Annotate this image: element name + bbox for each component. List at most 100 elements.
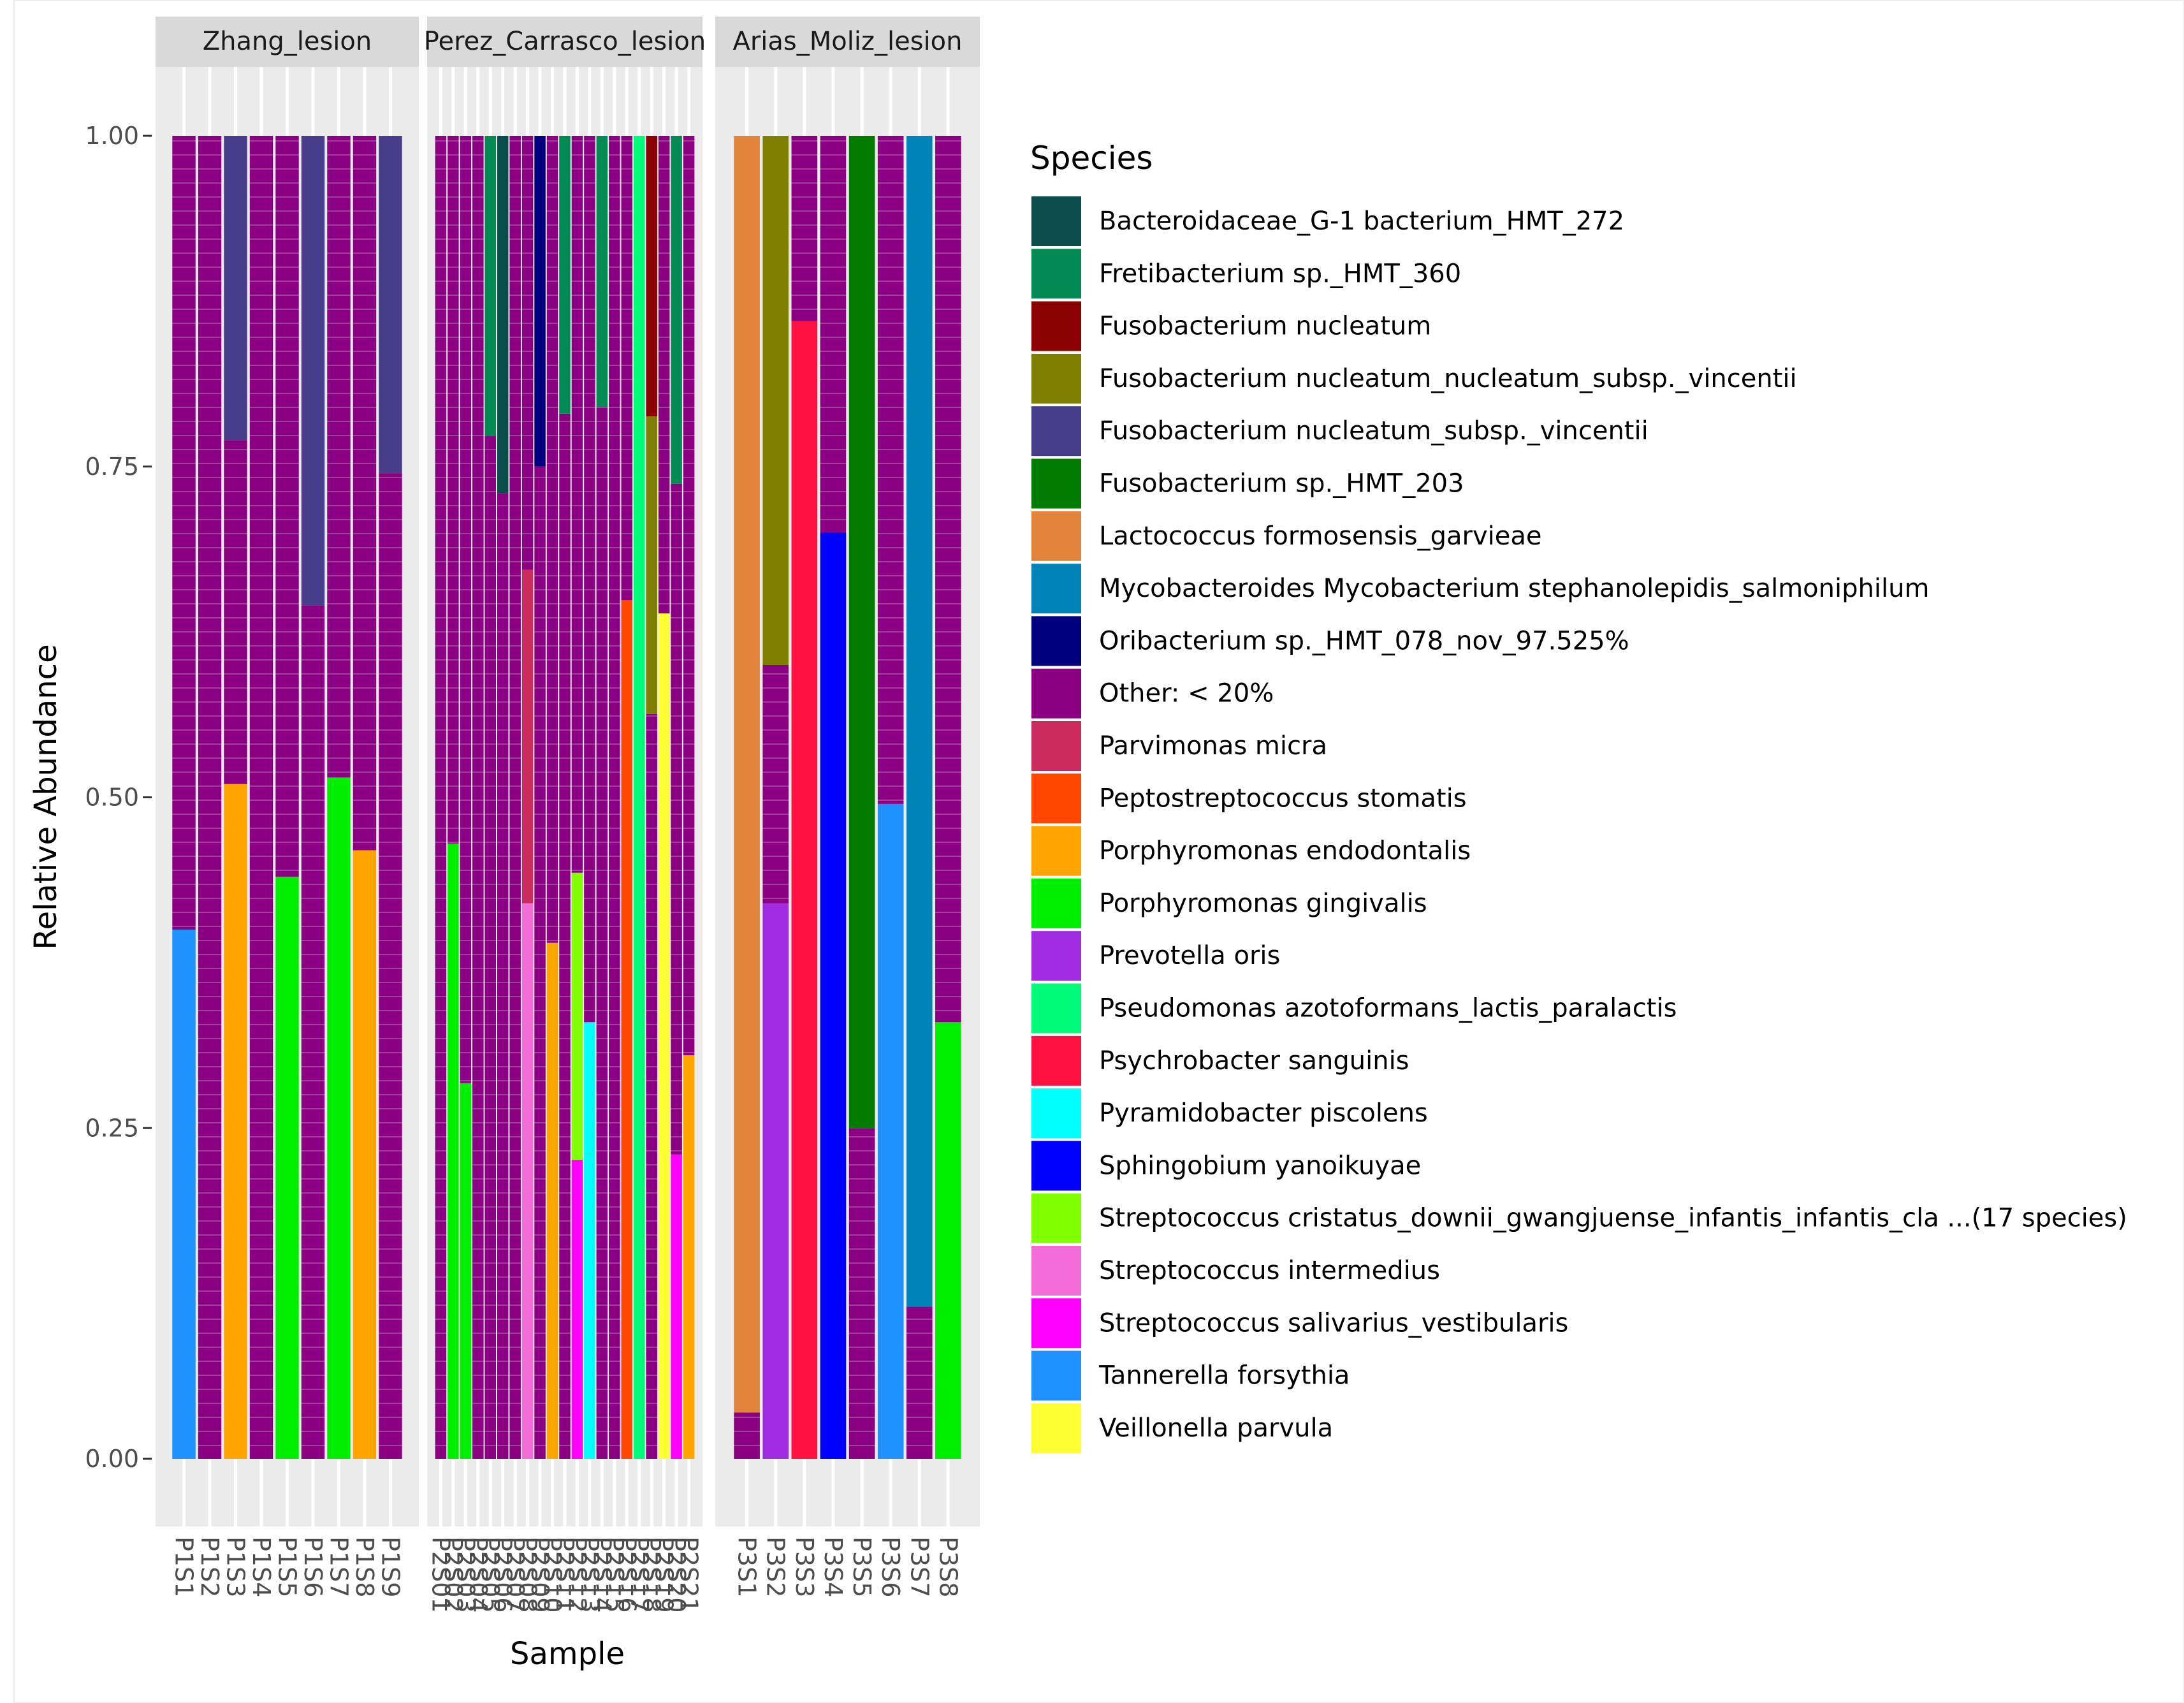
bar-segment (621, 136, 633, 601)
x-tick-label: P3S6 (877, 1537, 905, 1597)
bar-segment (646, 136, 657, 416)
bar-segment (521, 136, 534, 570)
x-tick-label: P3S4 (819, 1537, 847, 1597)
legend-swatch (1031, 1246, 1081, 1296)
legend-label: Fusobacterium sp._HMT_203 (1099, 469, 1464, 499)
legend-label: Prevotella oris (1099, 941, 1280, 970)
bar-segment (646, 416, 657, 714)
facet-strip-label: Zhang_lesion (203, 27, 372, 56)
bar-segment (671, 136, 682, 484)
bar-segment (172, 136, 196, 930)
facet-strip-label: Perez_Carrasco_lesion (424, 27, 706, 56)
x-tick-label: P1S2 (196, 1537, 224, 1597)
x-tick-label: P3S8 (934, 1537, 962, 1597)
legend-label: Peptostreptococcus stomatis (1099, 784, 1467, 813)
bar-segment (734, 136, 760, 1413)
bar-segment (249, 136, 273, 1459)
legend-swatch (1031, 931, 1081, 981)
legend-swatch (1031, 458, 1081, 509)
x-tick-label: P1S1 (170, 1537, 198, 1597)
bar-segment (198, 136, 222, 1459)
legend-swatch (1031, 301, 1081, 351)
bar-segment (906, 136, 933, 1307)
bar-segment (435, 136, 447, 1459)
legend-swatch (1031, 1141, 1081, 1191)
bar-segment (820, 532, 847, 1459)
bar-segment (497, 136, 509, 493)
bar-segment (546, 942, 558, 1459)
x-tick-label: P3S1 (733, 1537, 761, 1597)
y-tick-label: 0.75 (85, 453, 139, 481)
legend-swatch (1031, 1350, 1081, 1401)
bar-segment (571, 136, 583, 873)
bar-segment (734, 1412, 760, 1459)
legend-label: Porphyromonas gingivalis (1099, 889, 1427, 918)
legend-swatch (1031, 353, 1081, 404)
legend-swatch (1031, 668, 1081, 719)
legend-label: Other: < 20% (1099, 679, 1274, 708)
bar-segment (327, 136, 351, 778)
x-tick-label: P1S9 (376, 1537, 404, 1597)
legend-label: Tannerella forsythia (1098, 1361, 1350, 1391)
legend-swatch (1031, 511, 1081, 561)
bar-segment (906, 1306, 933, 1459)
y-tick-label: 0.00 (85, 1445, 139, 1473)
bar-segment (172, 930, 196, 1459)
bar-segment (275, 136, 299, 877)
legend-label: Fretibacterium sp._HMT_360 (1099, 259, 1461, 288)
bar-segment (658, 613, 670, 1459)
legend-swatch (1031, 721, 1081, 771)
y-tick-label: 0.50 (85, 784, 139, 812)
bar-segment (935, 1022, 961, 1459)
bar-segment (683, 1055, 695, 1459)
legend-label: Fusobacterium nucleatum_subsp._vincentii (1099, 416, 1649, 446)
x-tick-label: P1S7 (324, 1537, 353, 1597)
bar-segment (521, 569, 534, 903)
x-tick-label: P1S5 (273, 1537, 302, 1597)
legend-label: Porphyromonas endodontalis (1099, 837, 1471, 866)
bar-segment (534, 136, 546, 467)
facet-panel: Zhang_lesion P1S1P1S2P1S3P1S4P1S5P1S6P1S7… (156, 17, 419, 1597)
bar-segment (521, 903, 534, 1459)
legend-label: Veillonella parvula (1099, 1414, 1333, 1443)
facet-panel: Arias_Moliz_lesionP3S1 P3S2 P3S3 P3S4 P3S5 P3… (715, 17, 980, 1597)
x-tick-label: P3S2 (762, 1537, 790, 1597)
bar-segment (534, 466, 546, 1459)
x-tick-label: P3S7 (905, 1537, 933, 1597)
bar-segment (621, 600, 633, 1459)
bar-segment (559, 413, 571, 1459)
legend-swatch (1031, 983, 1081, 1034)
bar-segment (484, 136, 496, 437)
legend-label: Oribacterium sp._HMT_078_nov_97.525% (1099, 626, 1629, 655)
bar-segment (460, 1083, 472, 1459)
bar-segment (584, 136, 595, 1023)
legend-swatch (1031, 616, 1081, 666)
bar-segment (509, 136, 521, 1459)
bar-segment (671, 483, 682, 1155)
bar-segment (546, 136, 558, 943)
bar-segment (762, 136, 789, 665)
bar-segment (448, 844, 459, 1459)
legend-swatch (1031, 249, 1081, 299)
bar-segment (609, 136, 620, 1459)
y-tick-label: 1.00 (85, 122, 139, 150)
bar-segment (472, 136, 484, 1459)
bar-segment (379, 473, 402, 1459)
bar-segment (791, 136, 818, 321)
bar-segment (224, 440, 247, 784)
y-tick-label: 0.25 (85, 1114, 139, 1142)
legend-swatch (1031, 1035, 1081, 1086)
legend-title: Species (1030, 140, 1153, 177)
bar-segment (762, 665, 789, 903)
legend-label: Parvimonas micra (1099, 731, 1327, 761)
bar-segment (327, 777, 351, 1459)
legend-swatch (1031, 1403, 1081, 1453)
x-tick-label: P3S3 (790, 1537, 819, 1597)
bar-segment (848, 1128, 875, 1459)
x-tick-label: P1S6 (299, 1537, 327, 1597)
facet-strip-label: Arias_Moliz_lesion (733, 27, 963, 56)
bar-segment (791, 321, 818, 1459)
legend-swatch (1031, 564, 1081, 614)
legend-label: Bacteroidaceae_G-1 bacterium_HMT_272 (1099, 207, 1624, 236)
bar-segment (571, 872, 583, 1160)
